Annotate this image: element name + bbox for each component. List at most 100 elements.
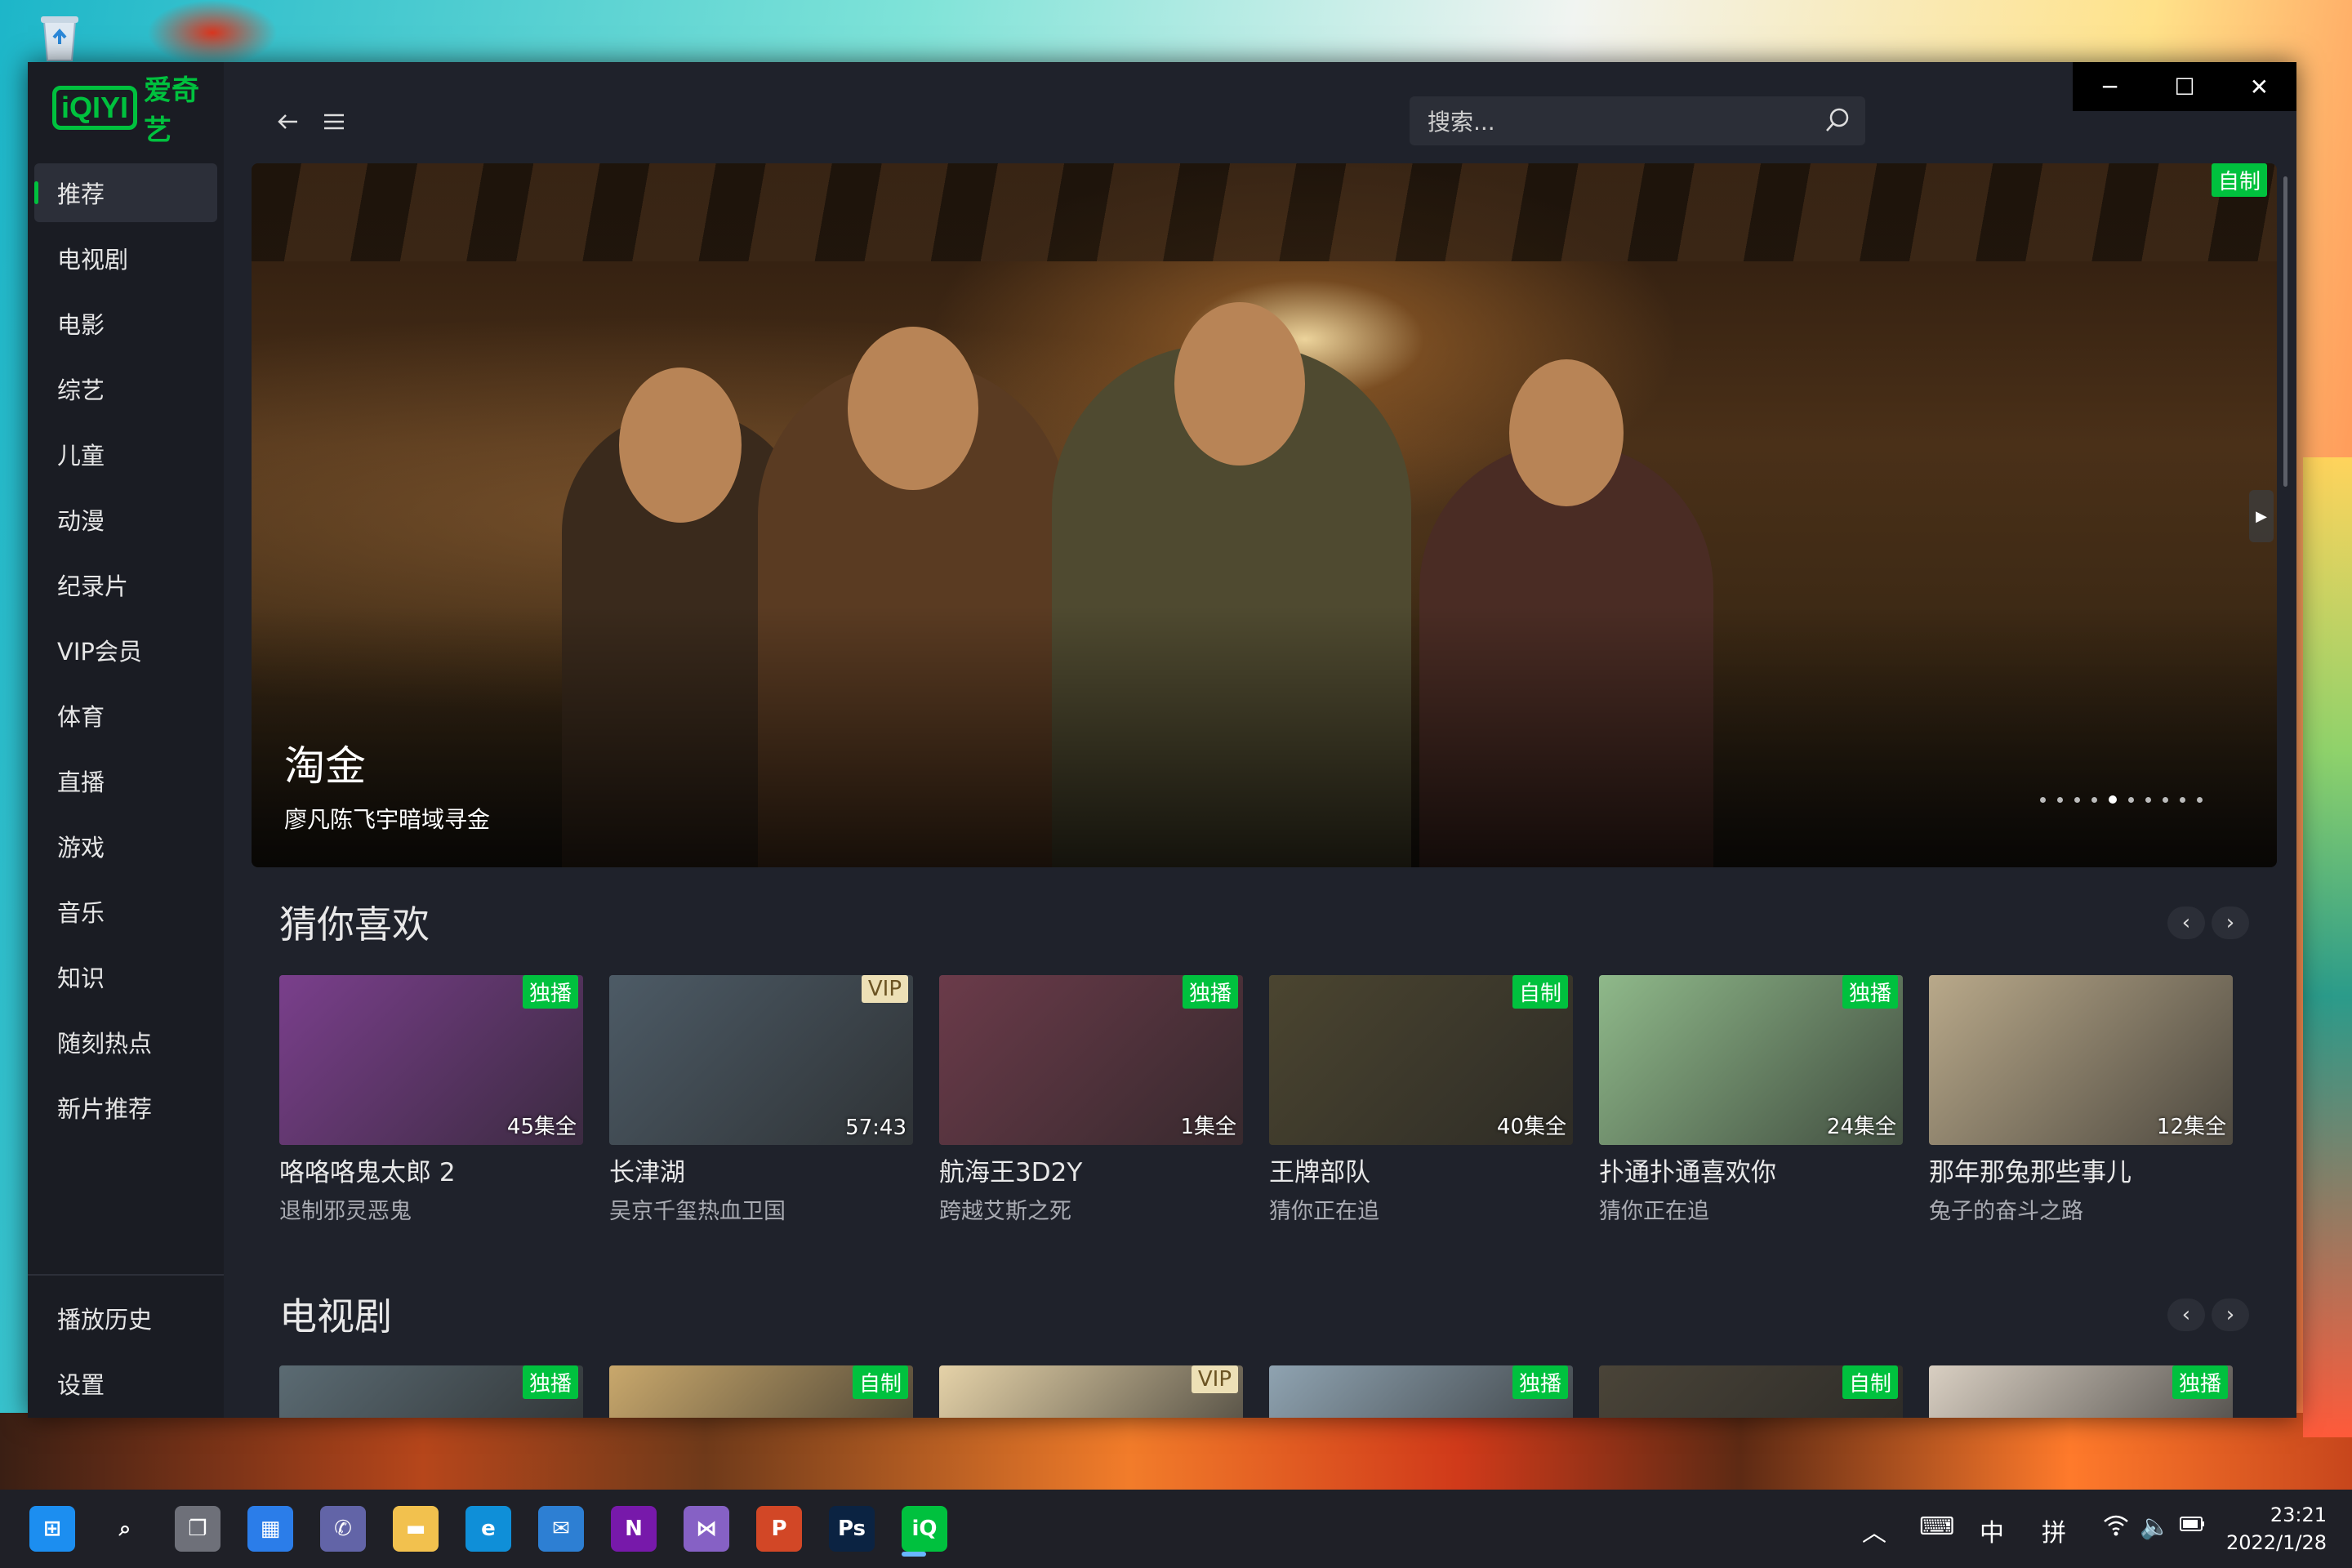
media-thumbnail[interactable]: 独播	[1269, 1365, 1573, 1418]
media-thumbnail[interactable]: 独播	[1929, 1365, 2233, 1418]
media-thumbnail[interactable]: 独播 45集全	[279, 975, 583, 1145]
photoshop-icon[interactable]: Ps	[829, 1506, 875, 1552]
media-thumbnail[interactable]: VIP	[939, 1365, 1243, 1418]
sidebar-item[interactable]: 游戏	[34, 817, 217, 875]
volume-icon[interactable]: 🔈	[2140, 1512, 2170, 1541]
episode-count: 57:43	[845, 1116, 906, 1140]
back-arrow-icon[interactable]	[268, 101, 309, 142]
section-next-button[interactable]: ›	[2212, 1298, 2249, 1331]
media-card[interactable]: 自制	[609, 1365, 913, 1418]
sidebar-item[interactable]: 电影	[34, 294, 217, 353]
media-card[interactable]: 12集全 那年那兔那些事儿 兔子的奋斗之路	[1929, 975, 2233, 1225]
media-card[interactable]: VIP 57:43 长津湖吴京千玺热血卫国	[609, 975, 913, 1225]
edge-icon[interactable]: e	[466, 1506, 511, 1552]
media-card[interactable]: 自制	[1599, 1365, 1903, 1418]
media-card[interactable]: 独播 24集全 扑通扑通喜欢你 猜你正在追	[1599, 975, 1903, 1225]
teams-chat-icon[interactable]: ✆	[320, 1506, 366, 1552]
carousel-dot[interactable]	[2074, 796, 2080, 803]
hero-banner[interactable]: 自制 淘金 廖凡陈飞宇暗域寻金 ▶	[252, 163, 2277, 867]
iqiyi-logo[interactable]: iQIYI 爱奇艺	[52, 74, 224, 147]
sidebar-item[interactable]: 音乐	[34, 882, 217, 941]
card-title[interactable]: 扑通扑通喜欢你	[1599, 1152, 1903, 1188]
card-title[interactable]: 王牌部队	[1269, 1152, 1573, 1188]
sidebar-item[interactable]: 随刻热点	[34, 1013, 217, 1071]
file-explorer-icon[interactable]: ▬	[393, 1506, 439, 1552]
media-card[interactable]: 独播	[279, 1365, 583, 1418]
media-thumbnail[interactable]: 独播 24集全	[1599, 975, 1903, 1145]
hero-badge: 自制	[2211, 163, 2267, 197]
search-icon[interactable]	[1823, 106, 1852, 136]
sidebar-item[interactable]: 推荐	[34, 163, 217, 222]
media-card[interactable]: 自制 40集全 王牌部队 猜你正在追	[1269, 975, 1573, 1225]
carousel-dot[interactable]	[2128, 796, 2134, 803]
start-icon[interactable]: ⊞	[29, 1506, 75, 1552]
media-thumbnail[interactable]: 自制 40集全	[1269, 975, 1573, 1145]
search-icon[interactable]: ⌕	[102, 1506, 148, 1552]
carousel-dot[interactable]	[2091, 796, 2097, 803]
sidebar-item[interactable]: 体育	[34, 686, 217, 745]
card-title[interactable]: 航海王3D2Y	[939, 1152, 1243, 1188]
tray-chevron-up-icon[interactable]: ︿	[1862, 1512, 1886, 1548]
sidebar-item[interactable]: 综艺	[34, 359, 217, 418]
carousel-dot[interactable]	[2109, 795, 2117, 804]
iqiyi-icon[interactable]: iQ	[902, 1506, 947, 1552]
sidebar-item[interactable]: VIP会员	[34, 621, 217, 679]
sidebar-item[interactable]: 知识	[34, 947, 217, 1006]
card-badge: 独播	[1182, 975, 1238, 1009]
ime-mode[interactable]: 中	[1980, 1512, 2004, 1548]
search-input[interactable]: 搜索...	[1410, 96, 1865, 145]
hamburger-menu-icon[interactable]	[314, 101, 354, 142]
media-thumbnail[interactable]: VIP 57:43	[609, 975, 913, 1145]
widgets-icon[interactable]: ▦	[247, 1506, 293, 1552]
card-subtitle: 吴京千玺热血卫国	[609, 1199, 786, 1224]
hero-title[interactable]: 淘金	[284, 733, 366, 792]
visual-studio-icon[interactable]: ⋈	[684, 1506, 729, 1552]
maximize-button[interactable]: ☐	[2147, 62, 2221, 111]
carousel-dot[interactable]	[2197, 796, 2203, 803]
minimize-button[interactable]: ─	[2073, 62, 2147, 111]
mail-icon[interactable]: ✉	[538, 1506, 584, 1552]
battery-icon[interactable]	[2179, 1512, 2207, 1542]
sidebar-item[interactable]: 电视剧	[34, 229, 217, 287]
sidebar-item[interactable]: 纪录片	[34, 555, 217, 614]
media-card[interactable]: VIP	[939, 1365, 1243, 1418]
touch-keyboard-icon[interactable]: ⌨	[1919, 1512, 1954, 1541]
media-thumbnail[interactable]: 自制	[1599, 1365, 1903, 1418]
sidebar-item[interactable]: 播放历史	[34, 1289, 217, 1348]
media-thumbnail[interactable]: 12集全	[1929, 975, 2233, 1145]
media-card[interactable]: 独播	[1269, 1365, 1573, 1418]
sidebar-item[interactable]: 动漫	[34, 490, 217, 549]
carousel-dot[interactable]	[2040, 796, 2046, 803]
carousel-dot[interactable]	[2145, 796, 2151, 803]
media-card[interactable]: 独播	[1929, 1365, 2233, 1418]
task-view-icon[interactable]: ❐	[175, 1506, 220, 1552]
taskbar-clock[interactable]: 23:21 2022/1/28	[2226, 1501, 2327, 1557]
media-thumbnail[interactable]: 独播 1集全	[939, 975, 1243, 1145]
media-thumbnail[interactable]: 自制	[609, 1365, 913, 1418]
sidebar-item[interactable]: 设置	[34, 1354, 217, 1413]
section-prev-button[interactable]: ‹	[2167, 906, 2205, 939]
powerpoint-icon[interactable]: P	[756, 1506, 802, 1552]
media-card[interactable]: 独播 1集全 航海王3D2Y 跨越艾斯之死	[939, 975, 1243, 1225]
card-title[interactable]: 咯咯咯鬼太郎 2	[279, 1152, 583, 1188]
scrollbar-thumb[interactable]	[2283, 176, 2287, 487]
close-button[interactable]: ✕	[2222, 62, 2296, 111]
sidebar-item[interactable]: 直播	[34, 751, 217, 810]
recycle-bin-icon[interactable]	[33, 10, 87, 64]
ime-input[interactable]: 拼	[2042, 1512, 2066, 1548]
carousel-dot[interactable]	[2180, 796, 2185, 803]
onenote-icon[interactable]: N	[611, 1506, 657, 1552]
sidebar-item[interactable]: 新片推荐	[34, 1078, 217, 1137]
sidebar-item[interactable]: 儿童	[34, 425, 217, 483]
carousel-dot[interactable]	[2057, 796, 2063, 803]
media-card[interactable]: 独播 45集全 咯咯咯鬼太郎 2 退制邪灵恶鬼	[279, 975, 583, 1225]
card-title[interactable]: 那年那兔那些事儿	[1929, 1152, 2233, 1188]
media-thumbnail[interactable]: 独播	[279, 1365, 583, 1418]
carousel-dot[interactable]	[2163, 796, 2168, 803]
sidebar-item-label: 电视剧	[57, 246, 129, 274]
section-prev-button[interactable]: ‹	[2167, 1298, 2205, 1331]
card-title[interactable]: 长津湖	[609, 1152, 913, 1188]
section-next-button[interactable]: ›	[2212, 906, 2249, 939]
wifi-icon[interactable]	[2102, 1512, 2130, 1544]
carousel-next-icon[interactable]: ▶	[2249, 490, 2274, 542]
